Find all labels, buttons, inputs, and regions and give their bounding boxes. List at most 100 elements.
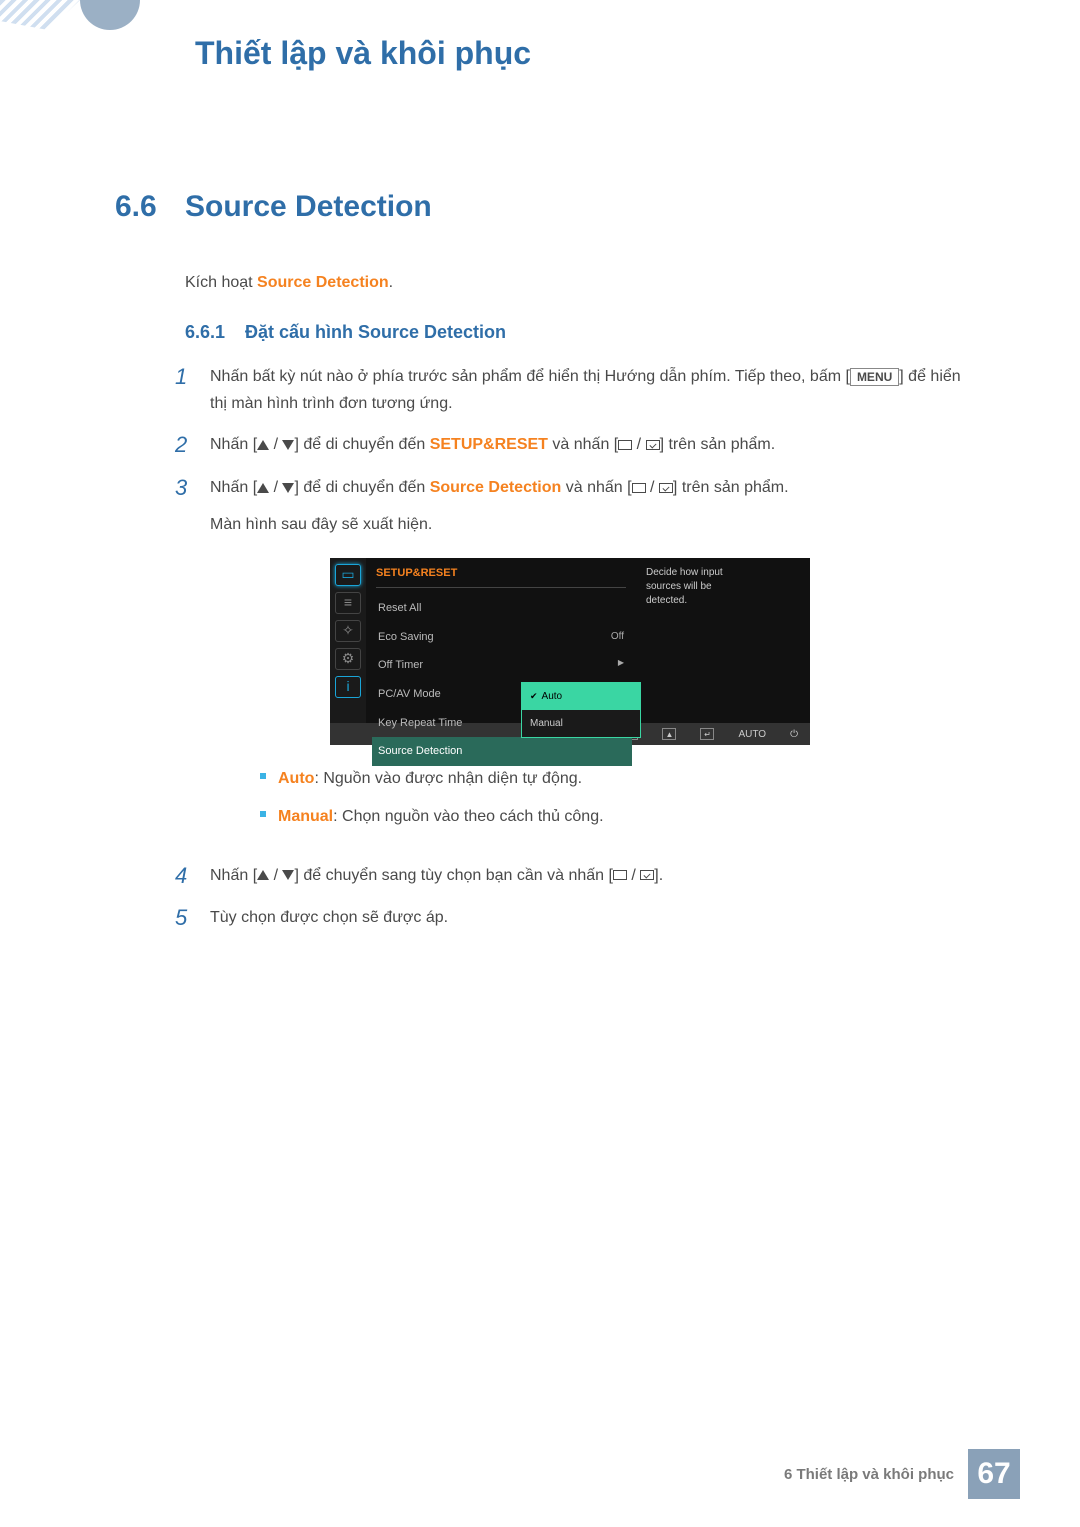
step-5: 5 Tùy chọn được chọn sẽ được áp. bbox=[175, 904, 965, 933]
step-text-a: Nhấn [ bbox=[210, 479, 257, 496]
bullet-dot-icon bbox=[260, 773, 266, 779]
osd-item-label: Reset All bbox=[378, 599, 421, 618]
step-number: 4 bbox=[175, 862, 210, 891]
osd-screenshot: ▭ ≡ ✧ ⚙ i SETUP&RESET Reset All Eco Savi… bbox=[330, 558, 965, 745]
osd-tab-monitor-icon: ▭ bbox=[335, 564, 361, 586]
osd-item-label: Eco Saving bbox=[378, 628, 434, 647]
step-text-a: Nhấn [ bbox=[210, 436, 257, 453]
osd-footer-enter-icon: ↵ bbox=[700, 728, 714, 740]
osd-item-sourcedetect: Source Detection bbox=[372, 737, 632, 766]
osd-item-reset: Reset All bbox=[376, 594, 626, 623]
step-text-c: ]. bbox=[654, 867, 663, 884]
page-content: 6.6 Source Detection Kích hoạt Source De… bbox=[115, 190, 965, 947]
step-text-b: ] để di chuyển đến bbox=[294, 479, 429, 496]
button-icon-a bbox=[632, 483, 646, 493]
osd-item-label: Off Timer bbox=[378, 656, 423, 675]
page-number: 67 bbox=[968, 1449, 1020, 1499]
osd-item-value: Off bbox=[611, 628, 624, 647]
option-bullets: Auto: Nguồn vào được nhận diện tự động. … bbox=[260, 765, 965, 829]
osd-item-eco: Eco Saving Off bbox=[376, 623, 626, 652]
button-icon-b bbox=[659, 483, 673, 493]
osd-tab-settings-icon: ⚙ bbox=[335, 648, 361, 670]
menu-button-label: MENU bbox=[850, 368, 899, 386]
step-text-d: ] trên sản phẩm. bbox=[673, 479, 789, 496]
step-number: 2 bbox=[175, 431, 210, 460]
bullet-term: Auto bbox=[278, 770, 314, 787]
step-body: Nhấn [ / ] để di chuyển đến SETUP&RESET … bbox=[210, 431, 965, 460]
bullet-term: Manual bbox=[278, 808, 333, 825]
step-target: SETUP&RESET bbox=[430, 436, 548, 453]
osd-body: ▭ ≡ ✧ ⚙ i SETUP&RESET Reset All Eco Savi… bbox=[330, 558, 810, 723]
chapter-title: Thiết lập và khôi phục bbox=[195, 35, 531, 72]
bullet-manual: Manual: Chọn nguồn vào theo cách thủ côn… bbox=[260, 803, 965, 830]
step-body: Tùy chọn được chọn sẽ được áp. bbox=[210, 904, 965, 933]
chevron-right-icon: ▶ bbox=[618, 656, 624, 675]
osd-sidebar: ▭ ≡ ✧ ⚙ i bbox=[330, 558, 366, 723]
step-1: 1 Nhấn bất kỳ nút nào ở phía trước sản p… bbox=[175, 363, 965, 417]
button-icon-b bbox=[640, 870, 654, 880]
bullet-auto: Auto: Nguồn vào được nhận diện tự động. bbox=[260, 765, 965, 792]
subsection-heading: 6.6.1 Đặt cấu hình Source Detection bbox=[185, 322, 965, 343]
down-arrow-icon bbox=[282, 870, 294, 880]
intro-term: Source Detection bbox=[257, 274, 389, 291]
subsection-number: 6.6.1 bbox=[185, 322, 245, 343]
osd-popup-manual: Manual bbox=[522, 710, 640, 737]
step-body: Nhấn bất kỳ nút nào ở phía trước sản phẩ… bbox=[210, 363, 965, 417]
osd-popup-auto: ✔ Auto bbox=[522, 683, 640, 710]
intro-period: . bbox=[389, 274, 393, 291]
down-arrow-icon bbox=[282, 440, 294, 450]
osd-item-label: PC/AV Mode bbox=[378, 685, 441, 704]
step-4: 4 Nhấn [ / ] để chuyển sang tùy chọn bạn… bbox=[175, 862, 965, 891]
step-text-a: Nhấn [ bbox=[210, 867, 257, 884]
osd-popup-label: Auto bbox=[542, 691, 563, 702]
step-3: 3 Nhấn [ / ] để di chuyển đến Source Det… bbox=[175, 474, 965, 848]
intro-paragraph: Kích hoạt Source Detection. bbox=[185, 274, 965, 292]
osd-footer-auto: AUTO bbox=[738, 726, 766, 743]
button-icon-a bbox=[613, 870, 627, 880]
bullet-dot-icon bbox=[260, 811, 266, 817]
osd-tab-info-icon: i bbox=[335, 676, 361, 698]
step-text-a: Nhấn bất kỳ nút nào ở phía trước sản phẩ… bbox=[210, 368, 850, 385]
osd-item-label: Source Detection bbox=[378, 742, 462, 761]
subsection-title: Đặt cấu hình Source Detection bbox=[245, 322, 506, 343]
button-icon-b bbox=[646, 440, 660, 450]
step-number: 5 bbox=[175, 904, 210, 933]
section-number: 6.6 bbox=[115, 190, 185, 224]
osd-footer-up-icon: ▲ bbox=[662, 728, 676, 740]
page-footer: 6 Thiết lập và khôi phục 67 bbox=[784, 1449, 1020, 1499]
up-arrow-icon bbox=[257, 440, 269, 450]
osd-tab-list-icon: ≡ bbox=[335, 592, 361, 614]
chapter-number-circle bbox=[80, 0, 140, 30]
footer-chapter-label: 6 Thiết lập và khôi phục bbox=[784, 1466, 954, 1483]
step-text-c: và nhấn [ bbox=[548, 436, 618, 453]
step-body: Nhấn [ / ] để di chuyển đến Source Detec… bbox=[210, 474, 965, 848]
step-text-b: ] để chuyển sang tùy chọn bạn cần và nhấ… bbox=[294, 867, 612, 884]
intro-prefix: Kích hoạt bbox=[185, 274, 257, 291]
up-arrow-icon bbox=[257, 483, 269, 493]
header-pattern-decor bbox=[0, 0, 80, 30]
up-arrow-icon bbox=[257, 870, 269, 880]
button-icon-a bbox=[618, 440, 632, 450]
check-icon: ✔ bbox=[530, 691, 538, 701]
bullet-desc: : Chọn nguồn vào theo cách thủ công. bbox=[333, 808, 603, 825]
osd-panel: ▭ ≡ ✧ ⚙ i SETUP&RESET Reset All Eco Savi… bbox=[330, 558, 810, 745]
osd-tip-text: Decide how input sources will be detecte… bbox=[636, 558, 756, 723]
step-number: 3 bbox=[175, 474, 210, 848]
osd-footer-power-icon: ⏻ bbox=[790, 726, 798, 743]
step-2: 2 Nhấn [ / ] để di chuyển đến SETUP&RESE… bbox=[175, 431, 965, 460]
osd-item-label: Key Repeat Time bbox=[378, 714, 462, 733]
bullet-desc: : Nguồn vào được nhận diện tự động. bbox=[314, 770, 582, 787]
down-arrow-icon bbox=[282, 483, 294, 493]
step-after-text: Màn hình sau đây sẽ xuất hiện. bbox=[210, 511, 965, 538]
section-heading: 6.6 Source Detection bbox=[115, 190, 965, 224]
step-body: Nhấn [ / ] để chuyển sang tùy chọn bạn c… bbox=[210, 862, 965, 891]
step-text-b: ] để di chuyển đến bbox=[294, 436, 429, 453]
step-target: Source Detection bbox=[430, 479, 562, 496]
osd-main: SETUP&RESET Reset All Eco SavingOff Off … bbox=[366, 558, 810, 723]
section-title: Source Detection bbox=[185, 190, 432, 224]
step-text-c: và nhấn [ bbox=[561, 479, 631, 496]
osd-tab-nav-icon: ✧ bbox=[335, 620, 361, 642]
step-text-d: ] trên sản phẩm. bbox=[660, 436, 776, 453]
osd-popup: ✔ Auto Manual bbox=[521, 682, 641, 738]
step-number: 1 bbox=[175, 363, 210, 417]
